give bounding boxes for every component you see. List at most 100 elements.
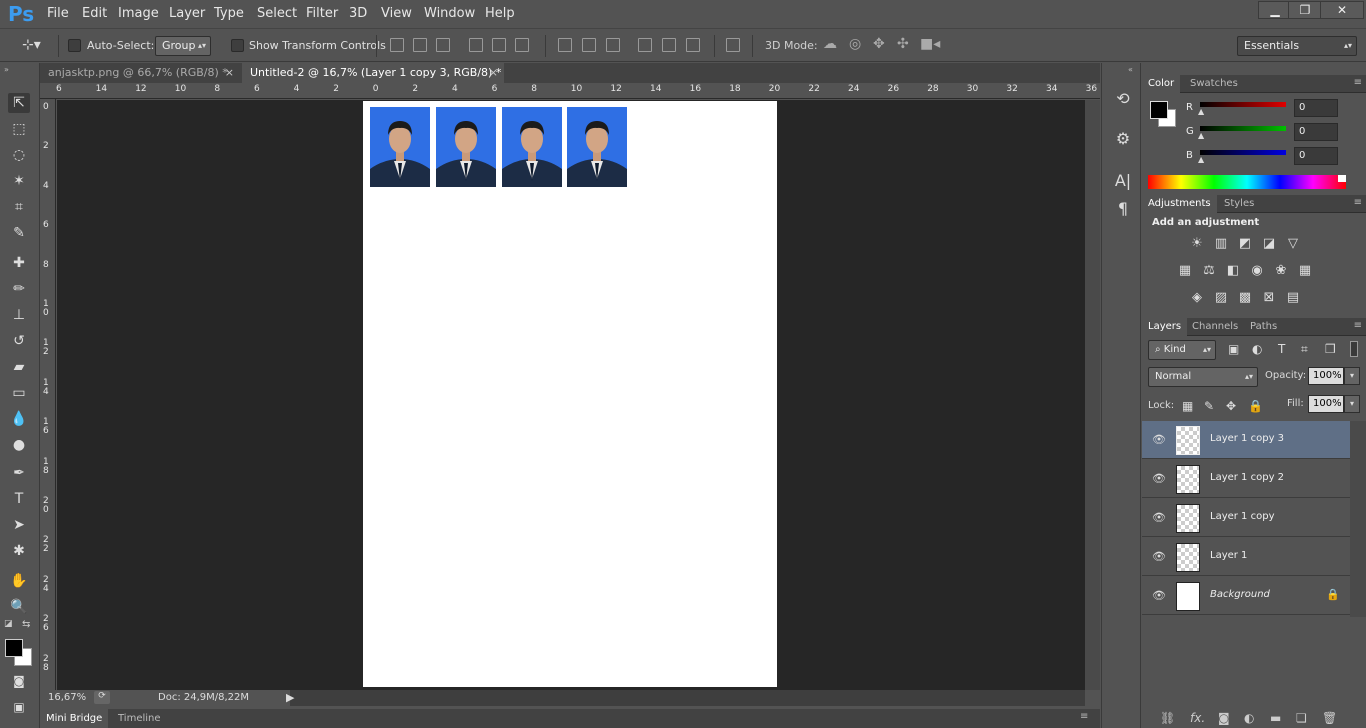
tab-anjasktp[interactable]: anjasktp.png @ 66,7% (RGB/8) * × <box>40 63 240 83</box>
exposure-icon[interactable]: ◪ <box>1260 236 1278 252</box>
minimize-button[interactable]: ▁ <box>1258 1 1292 19</box>
swap-colors-icon[interactable]: ⇆ <box>22 619 30 630</box>
menu-3d[interactable]: 3D <box>349 6 367 21</box>
screen-mode-icon[interactable]: ▣ <box>8 697 30 717</box>
stamp-tool-icon[interactable]: ⊥ <box>8 305 30 325</box>
zoom-level[interactable]: 16,67% <box>48 692 86 703</box>
selective-color-icon[interactable]: ⊠ <box>1260 290 1278 306</box>
delete-layer-icon[interactable]: 🗑 <box>1322 711 1337 725</box>
foreground-color-swatch[interactable] <box>5 639 23 657</box>
align-top-icon[interactable] <box>390 38 404 52</box>
visibility-eye-icon[interactable]: 👁 <box>1152 472 1166 485</box>
move-tool-preset-icon[interactable]: ⊹▾ <box>22 37 41 53</box>
3d-roll-icon[interactable]: ◎ <box>849 36 861 52</box>
threshold-icon[interactable]: ▩ <box>1236 290 1254 306</box>
color-lookup-icon[interactable]: ▦ <box>1296 263 1314 279</box>
menu-view[interactable]: View <box>381 6 412 21</box>
healing-brush-tool-icon[interactable]: ✚ <box>8 253 30 273</box>
color-balance-icon[interactable]: ⚖ <box>1200 263 1218 279</box>
opacity-input[interactable]: 100% <box>1308 367 1344 385</box>
tab-channels[interactable]: Channels <box>1186 318 1244 336</box>
close-icon[interactable]: × <box>489 63 498 83</box>
history-brush-tool-icon[interactable]: ↺ <box>8 331 30 351</box>
3d-scale-icon[interactable]: ■◂ <box>920 36 940 52</box>
curves-icon[interactable]: ◩ <box>1236 236 1254 252</box>
black-white-icon[interactable]: ◧ <box>1224 263 1242 279</box>
marquee-tool-icon[interactable]: ⬚ <box>8 119 30 139</box>
menu-select[interactable]: Select <box>257 6 297 21</box>
auto-select-dropdown[interactable]: Group ▴▾ <box>155 36 211 56</box>
hue-saturation-icon[interactable]: ▦ <box>1176 263 1194 279</box>
vibrance-icon[interactable]: ▽ <box>1284 236 1302 252</box>
new-group-icon[interactable]: ▬ <box>1270 711 1281 725</box>
visibility-eye-icon[interactable]: 👁 <box>1152 511 1166 524</box>
panel-menu-icon[interactable]: ≡ <box>1354 320 1362 331</box>
horizontal-scrollbar[interactable] <box>290 690 1085 706</box>
3d-slide-icon[interactable]: ✣ <box>897 36 909 52</box>
menu-image[interactable]: Image <box>118 6 159 21</box>
default-colors-icon[interactable]: ◪ <box>4 619 13 629</box>
auto-align-icon[interactable] <box>726 38 740 52</box>
filter-shape-icon[interactable]: ⌗ <box>1301 342 1308 357</box>
quick-mask-icon[interactable]: ◙ <box>8 671 30 691</box>
status-menu-arrow-icon[interactable]: ▶ <box>286 691 294 704</box>
distribute-bottom-icon[interactable] <box>606 38 620 52</box>
channel-slider[interactable] <box>1200 150 1286 155</box>
align-left-icon[interactable] <box>469 38 483 52</box>
filter-smart-object-icon[interactable]: ❒ <box>1325 342 1336 356</box>
3d-rotate-icon[interactable]: ☁ <box>823 36 837 52</box>
filter-adjustment-icon[interactable]: ◐ <box>1252 342 1262 356</box>
filter-type-icon[interactable]: T <box>1278 342 1285 356</box>
show-transform-checkbox[interactable] <box>231 39 244 52</box>
lasso-tool-icon[interactable]: ◌ <box>8 145 30 165</box>
status-info-icon[interactable]: ⟳ <box>94 691 110 704</box>
channel-value-input[interactable]: 0 <box>1294 147 1338 165</box>
tab-styles[interactable]: Styles <box>1218 195 1260 213</box>
link-layers-icon[interactable]: ⛓ <box>1160 711 1175 725</box>
channel-mixer-icon[interactable]: ❀ <box>1272 263 1290 279</box>
collapse-arrows-icon[interactable]: « <box>1128 65 1133 74</box>
auto-select-checkbox[interactable] <box>68 39 81 52</box>
photo-filter-icon[interactable]: ◉ <box>1248 263 1266 279</box>
tab-paths[interactable]: Paths <box>1244 318 1283 336</box>
align-hcenter-icon[interactable] <box>492 38 506 52</box>
color-spectrum[interactable] <box>1148 175 1346 189</box>
distribute-left-icon[interactable] <box>638 38 652 52</box>
crop-tool-icon[interactable]: ⌗ <box>8 197 30 217</box>
menu-file[interactable]: File <box>47 6 69 21</box>
3d-drag-icon[interactable]: ✥ <box>873 36 885 52</box>
close-button[interactable]: ✕ <box>1320 1 1364 19</box>
collapse-arrows-icon[interactable]: » <box>4 65 9 74</box>
layers-scrollbar[interactable] <box>1350 421 1366 617</box>
brush-tool-icon[interactable]: ✏ <box>8 279 30 299</box>
zoom-tool-icon[interactable]: 🔍 <box>8 597 30 617</box>
menu-help[interactable]: Help <box>485 6 515 21</box>
distribute-right-icon[interactable] <box>686 38 700 52</box>
opacity-dropdown-arrow[interactable]: ▾ <box>1344 367 1360 385</box>
panel-menu-icon[interactable]: ≡ <box>1354 197 1362 208</box>
path-selection-tool-icon[interactable]: ➤ <box>8 515 30 535</box>
workspace-dropdown[interactable]: Essentials ▴▾ <box>1237 36 1357 56</box>
distribute-hcenter-icon[interactable] <box>662 38 676 52</box>
menu-layer[interactable]: Layer <box>169 6 205 21</box>
levels-icon[interactable]: ▥ <box>1212 236 1230 252</box>
fill-input[interactable]: 100% <box>1308 395 1344 413</box>
gradient-tool-icon[interactable]: ▭ <box>8 383 30 403</box>
filter-pixel-icon[interactable]: ▣ <box>1228 342 1239 356</box>
pen-tool-icon[interactable]: ✒ <box>8 463 30 483</box>
tab-adjustments[interactable]: Adjustments <box>1142 195 1217 213</box>
layer-style-icon[interactable]: fx. <box>1190 711 1205 725</box>
lock-position-icon[interactable]: ✥ <box>1226 399 1236 413</box>
panel-menu-icon[interactable]: ≡ <box>1080 711 1088 722</box>
fill-dropdown-arrow[interactable]: ▾ <box>1344 395 1360 413</box>
properties-panel-icon[interactable]: ⚙ <box>1112 129 1134 149</box>
move-tool-icon[interactable]: ⇱ <box>8 93 30 113</box>
distribute-top-icon[interactable] <box>558 38 572 52</box>
align-bottom-icon[interactable] <box>436 38 450 52</box>
invert-icon[interactable]: ◈ <box>1188 290 1206 306</box>
layer-filter-dropdown[interactable]: ⌕ Kind ▴▾ <box>1148 340 1216 360</box>
new-layer-icon[interactable]: ❏ <box>1296 711 1307 725</box>
lock-all-icon[interactable]: 🔒 <box>1248 399 1263 413</box>
slider-handle-icon[interactable]: ▲ <box>1198 107 1204 116</box>
layer-row[interactable]: 👁 Layer 1 copy 3 <box>1142 421 1350 459</box>
